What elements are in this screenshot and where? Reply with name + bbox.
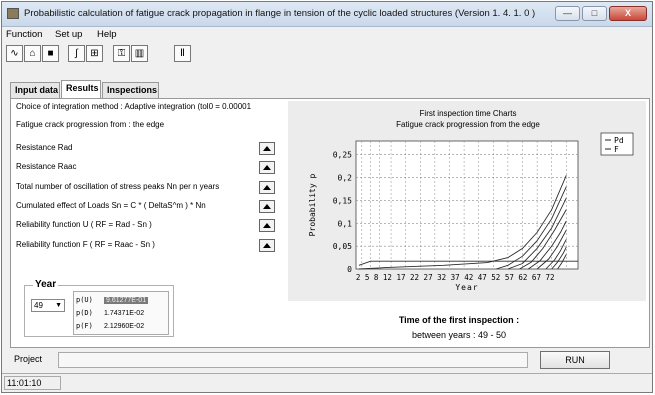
expand-u-button[interactable] bbox=[259, 219, 275, 232]
expand-rad-button[interactable] bbox=[259, 142, 275, 155]
key-icon[interactable]: ⚿ bbox=[113, 45, 130, 62]
year-title: Year bbox=[33, 279, 59, 290]
crack-progression-text: Fatigue crack progression from : the edg… bbox=[16, 120, 165, 129]
probability-chart: First inspection time Charts Fatigue crac… bbox=[308, 109, 634, 292]
integration-method-text: Choice of integration method : Adaptive … bbox=[16, 102, 252, 111]
chevron-down-icon: ▼ bbox=[55, 302, 62, 309]
probability-label: p(D) bbox=[76, 309, 93, 317]
up-triangle-icon bbox=[263, 243, 271, 248]
probability-label: p(F) bbox=[76, 322, 93, 330]
year-groupbox: Year 49 ▼ p(U) 9.61277E-01 p(D) 1.74371E-0… bbox=[24, 279, 174, 337]
plot-area bbox=[355, 140, 579, 270]
result-label-raac: Resistance Raac bbox=[16, 162, 77, 171]
y-tick-label: 0,15 bbox=[333, 196, 352, 205]
tab-results[interactable]: Results bbox=[61, 80, 101, 98]
result-label-u: Reliability function U ( RF = Rad - Sn ) bbox=[16, 220, 152, 229]
chart-title: First inspection time Charts bbox=[420, 109, 517, 118]
menu-setup[interactable]: Set up bbox=[55, 29, 82, 40]
y-tick-label: 0,1 bbox=[338, 219, 353, 228]
result-label-nn: Total number of oscillation of stress pe… bbox=[16, 182, 220, 191]
project-label: Project bbox=[14, 354, 43, 364]
probability-value: 2.12960E-02 bbox=[104, 323, 145, 330]
expand-nn-button[interactable] bbox=[259, 181, 275, 194]
legend-entry: Pd bbox=[614, 136, 624, 145]
menu-help[interactable]: Help bbox=[97, 29, 117, 40]
status-bar: 11:01:10 bbox=[2, 373, 652, 393]
menu-function[interactable]: Function bbox=[6, 29, 42, 40]
y-tick-label: 0,25 bbox=[333, 151, 352, 160]
chart-panel: First inspection time Charts Fatigue crac… bbox=[288, 101, 646, 301]
project-row: Project RUN bbox=[10, 351, 650, 369]
maximize-button[interactable]: □ bbox=[582, 6, 607, 21]
y-tick-label: 0,2 bbox=[338, 174, 353, 183]
result-label-sn: Cumulated effect of Loads Sn = C * ( Del… bbox=[16, 201, 206, 210]
expand-raac-button[interactable] bbox=[259, 161, 275, 174]
run-button[interactable]: RUN bbox=[540, 351, 610, 369]
year-select[interactable]: 49 ▼ bbox=[31, 299, 65, 312]
integral-icon[interactable]: ∫ bbox=[68, 45, 85, 62]
book-icon[interactable]: ▥ bbox=[131, 45, 148, 62]
open-folder-icon[interactable]: ⌂ bbox=[24, 45, 41, 62]
status-time: 11:01:10 bbox=[4, 376, 61, 390]
y-axis-label: Probability p bbox=[308, 174, 317, 237]
graph-icon[interactable]: ⊞ bbox=[86, 45, 103, 62]
up-triangle-icon bbox=[263, 223, 271, 228]
x-tick-labels: 2 5 8 12 17 22 27 32 37 42 47 52 57 62 6… bbox=[356, 273, 555, 282]
structure-icon[interactable]: Ⅱ bbox=[174, 45, 191, 62]
probability-value: 1.74371E-02 bbox=[104, 310, 145, 317]
up-triangle-icon bbox=[263, 204, 271, 209]
chart-wave-icon[interactable]: ∿ bbox=[6, 45, 23, 62]
y-tick-label: 0,05 bbox=[333, 242, 352, 251]
up-triangle-icon bbox=[263, 185, 271, 190]
app-icon bbox=[7, 8, 19, 19]
result-label-rad: Resistance Rad bbox=[16, 143, 73, 152]
app-window: Probabilistic calculation of fatigue cra… bbox=[1, 1, 653, 393]
chart-subtitle: Fatigue crack progression from the edge bbox=[396, 120, 540, 129]
legend-entry: F bbox=[614, 145, 619, 154]
up-triangle-icon bbox=[263, 165, 271, 170]
menu-bar: Function Set up Help bbox=[2, 27, 652, 42]
probability-row[interactable]: p(D) 1.74371E-02 bbox=[76, 307, 166, 319]
y-tick-label: 0 bbox=[347, 265, 352, 274]
probability-list: p(U) 9.61277E-01 p(D) 1.74371E-02 p(F) 2.12… bbox=[73, 291, 169, 335]
x-axis-label: Year bbox=[455, 283, 478, 292]
close-button[interactable]: X bbox=[609, 6, 647, 21]
minimize-button[interactable]: — bbox=[555, 6, 580, 21]
save-disk-icon[interactable]: ■ bbox=[42, 45, 59, 62]
tab-inspections[interactable]: Inspections bbox=[102, 82, 159, 98]
title-bar: Probabilistic calculation of fatigue cra… bbox=[2, 2, 652, 27]
probability-label: p(U) bbox=[76, 296, 93, 304]
expand-sn-button[interactable] bbox=[259, 200, 275, 213]
probability-value: 9.61277E-01 bbox=[104, 297, 149, 304]
project-field[interactable] bbox=[58, 352, 528, 368]
expand-f-button[interactable] bbox=[259, 239, 275, 252]
result-label-f: Reliability function F ( RF = Raac - Sn … bbox=[16, 240, 155, 249]
up-triangle-icon bbox=[263, 146, 271, 151]
year-select-value: 49 bbox=[34, 301, 43, 310]
first-inspection-title: Time of the first inspection : bbox=[398, 315, 520, 325]
toolbar: ∿ ⌂ ■ ∫ ⊞ ⚿ ▥ Ⅱ bbox=[2, 43, 652, 65]
probability-row[interactable]: p(F) 2.12960E-02 bbox=[76, 320, 166, 332]
probability-row[interactable]: p(U) 9.61277E-01 bbox=[76, 294, 166, 306]
tab-input-data[interactable]: Input data bbox=[10, 82, 60, 98]
first-inspection-value: between years : 49 - 50 bbox=[411, 330, 507, 340]
results-panel: Choice of integration method : Adaptive … bbox=[10, 98, 650, 348]
window-title: Probabilistic calculation of fatigue cra… bbox=[24, 8, 536, 19]
